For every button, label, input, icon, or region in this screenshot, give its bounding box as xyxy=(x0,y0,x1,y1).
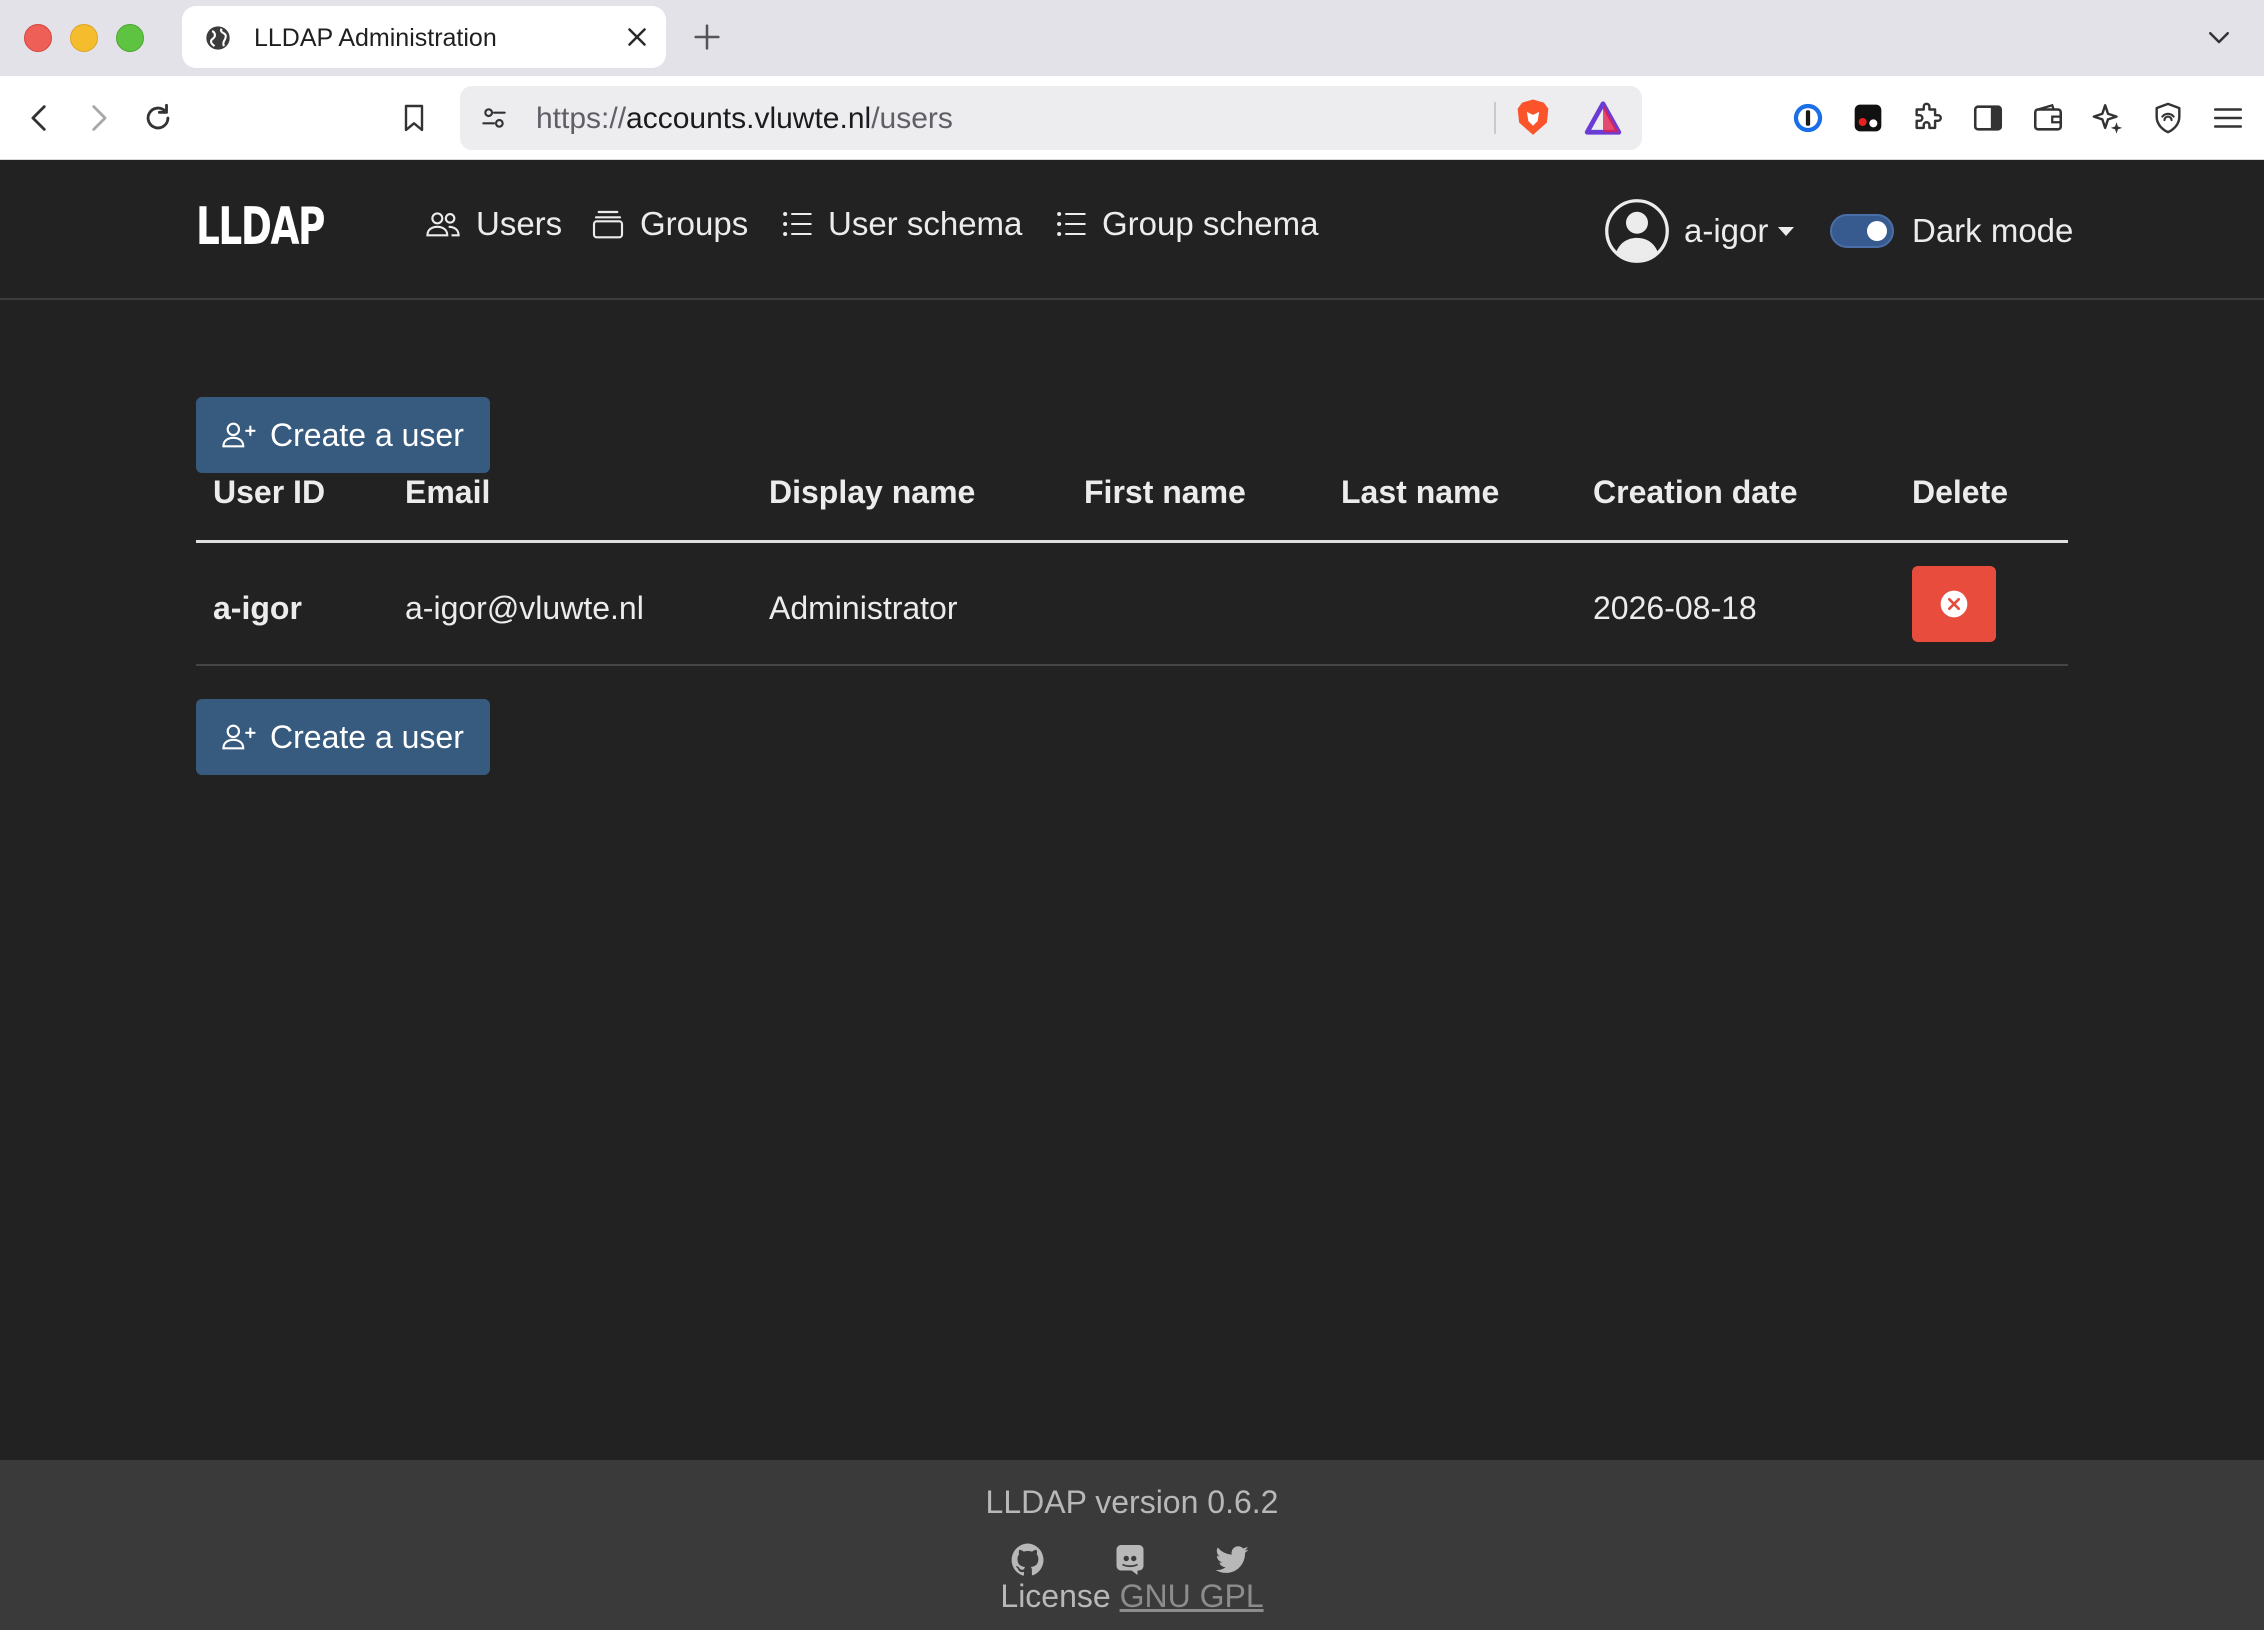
reload-button[interactable] xyxy=(138,98,178,138)
browser-tab-title: LLDAP Administration xyxy=(254,24,497,52)
window-minimize-button[interactable] xyxy=(70,24,98,52)
discord-icon[interactable] xyxy=(1112,1542,1148,1578)
github-icon[interactable] xyxy=(1010,1542,1046,1578)
browser-tab-active[interactable]: LLDAP Administration xyxy=(182,6,666,68)
column-header-email[interactable]: Email xyxy=(405,470,490,514)
bookmark-icon xyxy=(404,104,424,132)
arrow-right-icon xyxy=(92,105,107,131)
footer-version: LLDAP version 0.6.2 xyxy=(985,1484,1279,1520)
column-header-display-name[interactable]: Display name xyxy=(769,470,975,514)
forward-button[interactable] xyxy=(78,98,118,138)
extension-button[interactable] xyxy=(1848,98,1888,138)
user-avatar-icon xyxy=(1605,199,1669,263)
window-zoom-button[interactable] xyxy=(116,24,144,52)
hamburger-menu-icon xyxy=(2213,108,2243,128)
chevron-down-icon[interactable] xyxy=(2204,22,2234,52)
footer-license: License GNU GPL xyxy=(0,1576,2264,1616)
column-header-user-id[interactable]: User ID xyxy=(213,470,325,514)
nav-link-group-schema[interactable]: Group schema xyxy=(1056,202,1318,246)
nav-link-groups[interactable]: Groups xyxy=(592,202,748,246)
create-user-button-top[interactable]: Create a user xyxy=(196,397,490,473)
browser-tab-strip: LLDAP Administration xyxy=(0,0,2264,76)
person-plus-icon xyxy=(222,724,256,750)
create-user-button-label: Create a user xyxy=(270,416,464,453)
app-footer: LLDAP version 0.6.2 License GNU GPL xyxy=(0,1460,2264,1630)
reload-icon xyxy=(146,103,170,130)
url-scheme: https:// xyxy=(536,102,627,135)
back-button[interactable] xyxy=(20,98,60,138)
footer-license-prefix: License xyxy=(1000,1578,1111,1614)
extension-app-icon xyxy=(1854,104,1882,132)
vpn-button[interactable] xyxy=(2148,98,2188,138)
create-user-button-bottom[interactable]: Create a user xyxy=(196,699,490,775)
user-menu-dropdown[interactable]: a-igor xyxy=(1604,196,1795,266)
browser-toolbar: https://accounts.vluwte.nl/users xyxy=(0,76,2264,160)
dark-mode-switch[interactable] xyxy=(1830,214,1894,248)
close-icon[interactable] xyxy=(622,22,652,52)
license-link[interactable]: GNU GPL xyxy=(1120,1578,1264,1614)
bookmark-button[interactable] xyxy=(394,98,434,138)
dark-mode-toggle[interactable]: Dark mode xyxy=(1830,208,2073,254)
switch-knob xyxy=(1867,221,1887,241)
new-tab-plus-icon[interactable] xyxy=(690,20,724,54)
list-icon xyxy=(783,212,812,236)
wallet-button[interactable] xyxy=(2028,98,2068,138)
nav-link-users-label: Users xyxy=(476,205,563,242)
column-header-first-name[interactable]: First name xyxy=(1084,470,1246,514)
nav-link-groups-label: Groups xyxy=(640,205,749,242)
app-navbar: LLDAP Users Groups User schema Group sch… xyxy=(0,160,2264,300)
browser-menu-button[interactable] xyxy=(2208,98,2248,138)
delete-user-button[interactable] xyxy=(1912,566,1996,642)
shield-icon xyxy=(2155,102,2181,134)
caret-down-icon xyxy=(1778,226,1795,236)
brave-rewards-icon[interactable] xyxy=(1584,100,1622,136)
person-plus-icon xyxy=(222,422,256,448)
site-settings-icon[interactable] xyxy=(478,102,510,134)
app-logo[interactable]: LLDAP xyxy=(196,196,325,258)
sidebar-icon xyxy=(1973,105,2003,131)
brave-shields-icon[interactable] xyxy=(1514,98,1552,138)
window-close-button[interactable] xyxy=(24,24,52,52)
address-bar[interactable]: https://accounts.vluwte.nl/users xyxy=(460,86,1642,150)
table-cell-creation-date: 2026-08-18 xyxy=(1593,590,1757,626)
leo-ai-button[interactable] xyxy=(2088,98,2128,138)
people-icon xyxy=(426,212,460,237)
dark-mode-label: Dark mode xyxy=(1912,212,2074,249)
column-header-delete: Delete xyxy=(1912,474,2009,510)
wallet-icon xyxy=(2033,103,2063,131)
column-header-last-name[interactable]: Last name xyxy=(1341,470,1499,514)
table-cell-display-name: Administrator xyxy=(769,590,958,626)
nav-link-user-schema-label: User schema xyxy=(828,205,1023,242)
sparkle-icon xyxy=(2092,104,2123,134)
collection-icon xyxy=(592,210,624,239)
globe-icon xyxy=(206,26,230,50)
url-host: accounts.vluwte.nl xyxy=(626,102,872,135)
table-row-divider xyxy=(196,664,2068,666)
extensions-button[interactable] xyxy=(1908,98,1948,138)
column-header-creation-date[interactable]: Creation date xyxy=(1593,470,1797,514)
nav-link-group-schema-label: Group schema xyxy=(1102,205,1319,242)
table-cell-email: a-igor@vluwte.nl xyxy=(405,590,644,626)
nav-link-user-schema[interactable]: User schema xyxy=(782,202,1022,246)
onepassword-icon xyxy=(1793,103,1823,133)
table-header-divider xyxy=(196,540,2068,543)
user-menu-username: a-igor xyxy=(1684,212,1769,249)
list-icon xyxy=(1057,212,1086,236)
puzzle-icon xyxy=(1915,102,1942,130)
twitter-icon[interactable] xyxy=(1214,1542,1250,1578)
app-page: LLDAP Users Groups User schema Group sch… xyxy=(0,160,2264,1460)
create-user-button-label: Create a user xyxy=(270,718,464,755)
address-bar-divider xyxy=(1494,102,1496,134)
arrow-left-icon xyxy=(31,105,46,131)
url-path: /users xyxy=(871,102,953,135)
nav-link-users[interactable]: Users xyxy=(426,202,562,246)
url-text[interactable]: https://accounts.vluwte.nl/users xyxy=(536,104,953,134)
table-cell-user-id-link[interactable]: a-igor xyxy=(213,586,302,630)
password-manager-extension[interactable] xyxy=(1788,98,1828,138)
x-circle-icon xyxy=(1940,590,1968,618)
sidebar-toggle-button[interactable] xyxy=(1968,98,2008,138)
